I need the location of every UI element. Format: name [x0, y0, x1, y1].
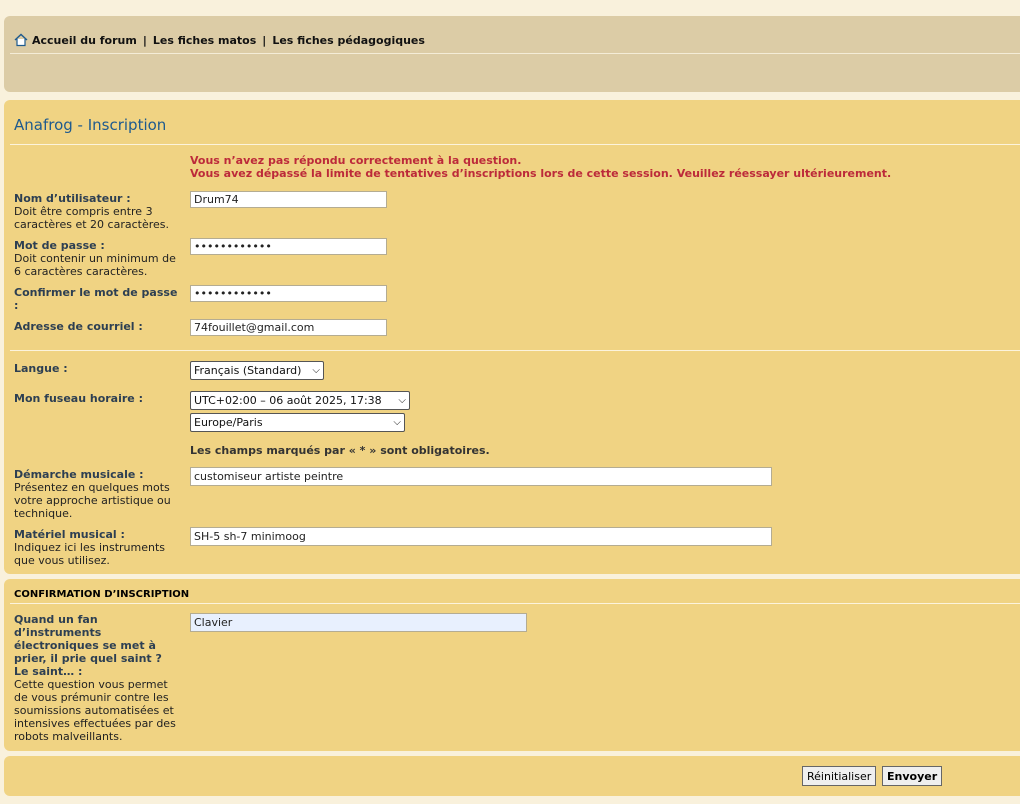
- password-explain: Doit contenir un minimum de 6 caractères…: [14, 252, 176, 278]
- breadcrumb: Accueil du forum | Les fiches matos | Le…: [14, 32, 425, 48]
- nav-link-forum-home[interactable]: Accueil du forum: [32, 34, 137, 47]
- nav-link-fiches-pedagogiques[interactable]: Les fiches pédagogiques: [272, 34, 425, 47]
- musical-gear-label: Matériel musical : Indiquez ici les inst…: [14, 528, 182, 567]
- language-select-value: Français (Standard): [194, 364, 302, 377]
- error-line: Vous n’avez pas répondu correctement à l…: [190, 154, 522, 167]
- chevron-down-icon: ⌵: [393, 417, 401, 428]
- registration-panel: Anafrog - Inscription Vous n’avez pas ré…: [4, 100, 1020, 574]
- submit-panel: Réinitialiser Envoyer: [4, 756, 1020, 796]
- username-label: Nom d’utilisateur : Doit être compris en…: [14, 192, 182, 231]
- email-label-text: Adresse de courriel :: [14, 320, 143, 333]
- password-confirm-label: Confirmer le mot de passe :: [14, 286, 182, 312]
- timezone-zone-select[interactable]: Europe/Paris ⌵: [190, 413, 405, 432]
- reset-button[interactable]: Réinitialiser: [802, 766, 877, 786]
- error-line: Vous avez dépassé la limite de tentative…: [190, 167, 892, 180]
- password-input[interactable]: [190, 238, 387, 255]
- timezone-time-value: UTC+02:00 – 06 août 2025, 17:38: [194, 394, 382, 407]
- confirmation-divider: [10, 603, 1020, 604]
- password-confirm-input[interactable]: [190, 285, 387, 302]
- section-divider: [10, 350, 1020, 351]
- nav-separator: |: [262, 33, 267, 47]
- navbar: Accueil du forum | Les fiches matos | Le…: [4, 16, 1020, 92]
- timezone-label-text: Mon fuseau horaire :: [14, 392, 143, 405]
- confirmation-explain: Cette question vous permet de vous prému…: [14, 678, 176, 743]
- page-title: Anafrog - Inscription: [14, 116, 167, 134]
- password-label-text: Mot de passe :: [14, 239, 105, 252]
- chevron-down-icon: ⌵: [398, 395, 406, 406]
- confirmation-answer-input[interactable]: [190, 613, 527, 632]
- username-explain: Doit être compris entre 3 caractères et …: [14, 205, 169, 231]
- email-input[interactable]: [190, 319, 387, 336]
- language-label-text: Langue :: [14, 362, 68, 375]
- confirmation-question-label: Quand un fan d’instruments électroniques…: [14, 613, 178, 743]
- chevron-down-icon: ⌵: [312, 365, 320, 376]
- timezone-time-select[interactable]: UTC+02:00 – 06 août 2025, 17:38 ⌵: [190, 391, 410, 410]
- username-label-text: Nom d’utilisateur :: [14, 192, 131, 205]
- nav-separator: |: [142, 33, 147, 47]
- required-fields-note: Les champs marqués par « * » sont obliga…: [190, 444, 490, 457]
- home-icon[interactable]: [14, 33, 28, 47]
- musical-approach-label: Démarche musicale : Présentez en quelque…: [14, 468, 182, 520]
- timezone-zone-value: Europe/Paris: [194, 416, 263, 429]
- confirmation-panel: Confirmation d’inscription Quand un fan …: [4, 579, 1020, 751]
- title-divider: [10, 144, 1020, 145]
- language-label: Langue :: [14, 362, 182, 375]
- nav-link-fiches-matos[interactable]: Les fiches matos: [153, 34, 256, 47]
- timezone-label: Mon fuseau horaire :: [14, 392, 182, 405]
- musical-gear-input[interactable]: [190, 527, 772, 546]
- musical-approach-input[interactable]: [190, 467, 772, 486]
- confirmation-question: Quand un fan d’instruments électroniques…: [14, 613, 162, 678]
- password-confirm-label-text: Confirmer le mot de passe :: [14, 286, 178, 312]
- confirmation-title: Confirmation d’inscription: [14, 589, 190, 600]
- error-message: Vous n’avez pas répondu correctement à l…: [190, 154, 891, 180]
- submit-button[interactable]: Envoyer: [882, 766, 943, 786]
- musical-approach-explain: Présentez en quelques mots votre approch…: [14, 481, 171, 520]
- username-input[interactable]: [190, 191, 387, 208]
- musical-gear-explain: Indiquez ici les instruments que vous ut…: [14, 541, 166, 567]
- language-select[interactable]: Français (Standard) ⌵: [190, 361, 324, 380]
- email-label: Adresse de courriel :: [14, 320, 182, 333]
- musical-approach-label-text: Démarche musicale :: [14, 468, 144, 481]
- musical-gear-label-text: Matériel musical :: [14, 528, 125, 541]
- password-label: Mot de passe : Doit contenir un minimum …: [14, 239, 182, 278]
- navbar-divider: [10, 53, 1020, 54]
